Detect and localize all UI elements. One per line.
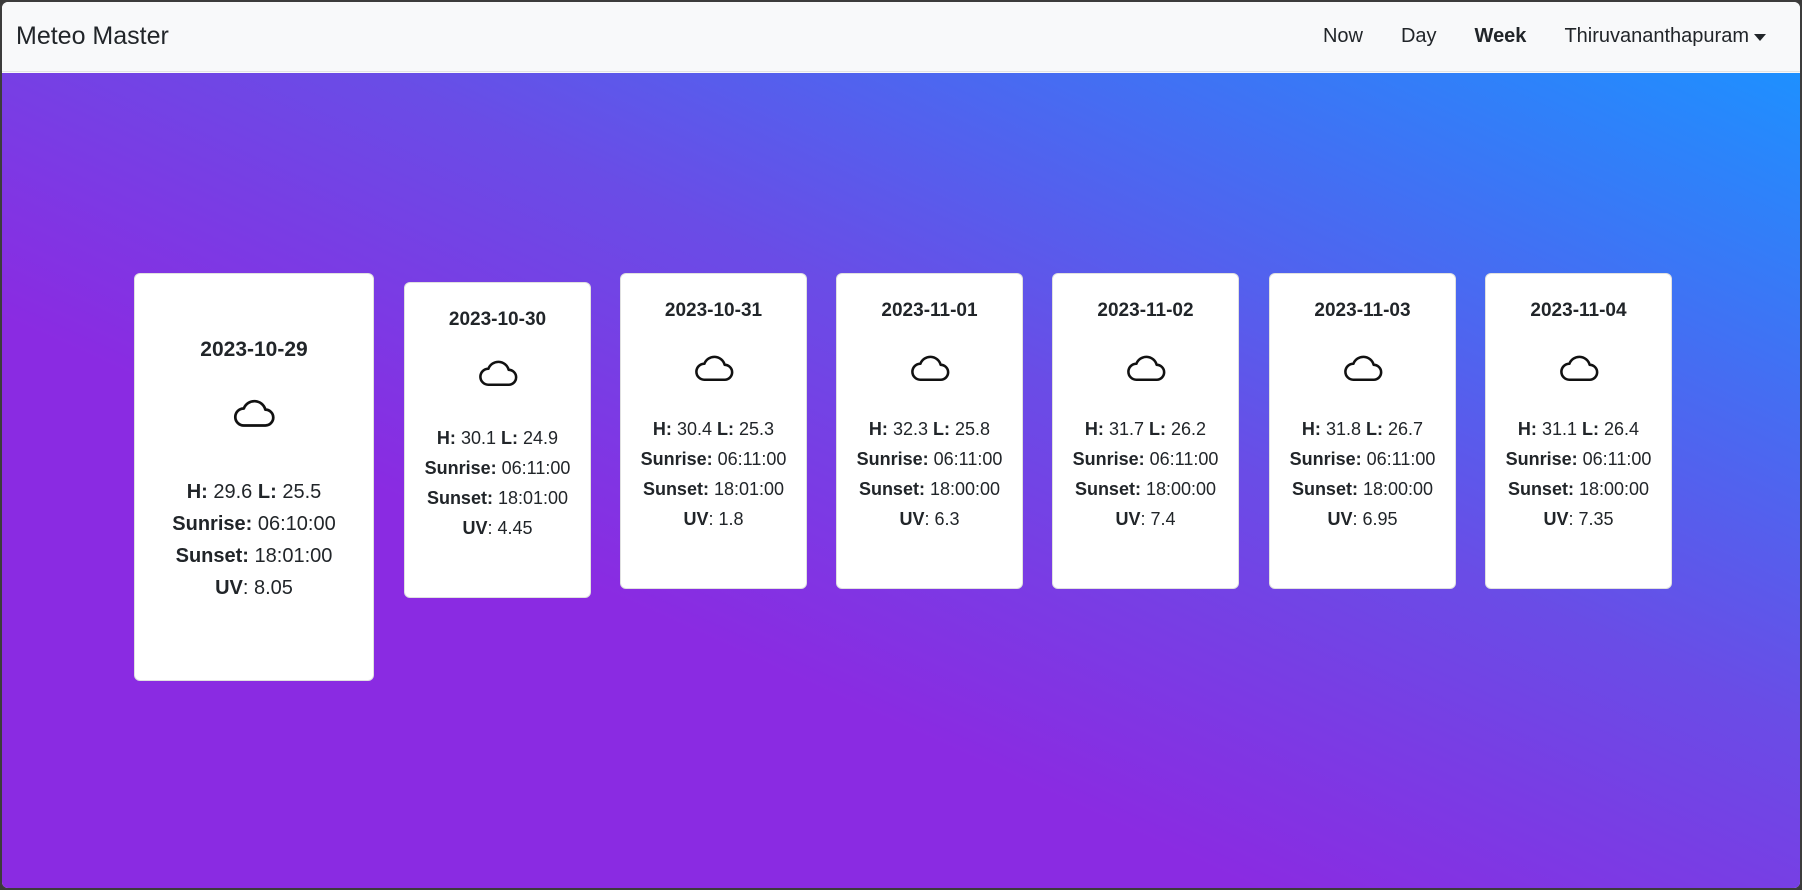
city-dropdown[interactable]: Thiruvananthapuram [1545,25,1766,48]
day-date: 2023-10-31 [664,300,763,321]
cloud-icon [1343,355,1382,382]
week-forecast: 2023-10-29 H: 29.6 L: 25.5 Sunrise: 06:1… [2,73,1800,888]
uv-index: 6.3 [934,509,960,529]
nav-day[interactable]: Day [1382,25,1456,48]
cloud-icon [1126,355,1165,382]
uv-line: UV: 4.45 [462,518,533,538]
temp-line: H: 31.1 L: 26.4 [1517,419,1640,439]
cloud-icon [234,399,275,427]
day-date: 2023-10-30 [448,309,547,330]
sunrise-line: Sunrise: 06:11:00 [640,449,787,469]
day-date: 2023-11-04 [1530,300,1627,321]
sunset-time: 18:00:00 [929,479,1001,499]
high-temp: 32.3 [892,419,928,439]
sunset-line: Sunset: 18:00:00 [858,479,1001,499]
low-temp: 26.7 [1388,419,1424,439]
uv-index: 6.95 [1362,509,1398,529]
high-temp: 30.1 [460,428,496,448]
day-date: 2023-11-02 [1097,300,1194,321]
sunrise-line: Sunrise: 06:11:00 [424,458,571,478]
uv-line: UV: 7.4 [1115,509,1176,529]
day-card: 2023-10-30 H: 30.1 L: 24.9 Sunrise: 06:1… [404,282,591,598]
day-card: 2023-11-01 H: 32.3 L: 25.8 Sunrise: 06:1… [836,273,1023,589]
uv-line: UV: 7.35 [1543,509,1614,529]
uv-line: UV: 8.05 [215,577,293,599]
low-temp: 25.3 [739,419,775,439]
sunset-line: Sunset: 18:01:00 [175,545,333,567]
low-temp: 26.2 [1171,419,1207,439]
temp-line: H: 31.8 L: 26.7 [1301,419,1424,439]
sunrise-line: Sunrise: 06:11:00 [856,449,1003,469]
nav-now[interactable]: Now [1304,25,1382,48]
sunset-time: 18:01:00 [713,479,785,499]
sunset-line: Sunset: 18:00:00 [1507,479,1650,499]
high-temp: 30.4 [676,419,712,439]
uv-index: 1.8 [718,509,744,529]
high-temp: 31.8 [1325,419,1361,439]
low-temp: 24.9 [523,428,559,448]
sunrise-time: 06:11:00 [501,458,571,478]
uv-index: 7.4 [1150,509,1176,529]
day-card: 2023-10-29 H: 29.6 L: 25.5 Sunrise: 06:1… [134,273,374,681]
caret-down-icon [1754,34,1766,41]
sunrise-time: 06:11:00 [933,449,1003,469]
day-date: 2023-10-29 [200,338,308,361]
sunset-line: Sunset: 18:00:00 [1291,479,1434,499]
navbar: Meteo Master Now Day Week Thiruvananthap… [2,2,1800,72]
day-date: 2023-11-03 [1314,300,1411,321]
cloud-icon [1559,355,1598,382]
uv-index: 8.05 [253,577,293,599]
sunrise-time: 06:11:00 [717,449,787,469]
nav-links: Now Day Week Thiruvananthapuram [1304,25,1766,48]
nav-week[interactable]: Week [1456,25,1546,48]
sunset-time: 18:00:00 [1145,479,1217,499]
low-temp: 26.4 [1604,419,1640,439]
city-label: Thiruvananthapuram [1564,25,1749,47]
high-temp: 31.1 [1541,419,1577,439]
low-temp: 25.8 [955,419,991,439]
sunset-line: Sunset: 18:00:00 [1074,479,1217,499]
sunset-time: 18:01:00 [497,488,569,508]
uv-line: UV: 6.95 [1327,509,1398,529]
sunrise-line: Sunrise: 06:11:00 [1289,449,1436,469]
uv-index: 7.35 [1578,509,1614,529]
low-temp: 25.5 [282,481,322,503]
high-temp: 29.6 [213,481,253,503]
temp-line: H: 29.6 L: 25.5 [186,481,322,503]
brand-link[interactable]: Meteo Master [16,22,169,51]
temp-line: H: 32.3 L: 25.8 [868,419,991,439]
sunrise-time: 06:11:00 [1366,449,1436,469]
sunrise-line: Sunrise: 06:11:00 [1072,449,1219,469]
sunset-time: 18:00:00 [1578,479,1650,499]
uv-line: UV: 6.3 [899,509,960,529]
day-date: 2023-11-01 [881,300,978,321]
temp-line: H: 30.4 L: 25.3 [652,419,775,439]
day-card: 2023-11-03 H: 31.8 L: 26.7 Sunrise: 06:1… [1269,273,1456,589]
app-window: Meteo Master Now Day Week Thiruvananthap… [0,0,1802,890]
sunrise-time: 06:11:00 [1149,449,1219,469]
cloud-icon [910,355,949,382]
sunrise-line: Sunrise: 06:10:00 [172,513,336,535]
sunset-time: 18:01:00 [254,545,333,567]
temp-line: H: 31.7 L: 26.2 [1084,419,1207,439]
temp-line: H: 30.1 L: 24.9 [436,428,559,448]
day-card: 2023-11-02 H: 31.7 L: 26.2 Sunrise: 06:1… [1052,273,1239,589]
cloud-icon [478,360,517,387]
cloud-icon [694,355,733,382]
sunrise-time: 06:11:00 [1582,449,1652,469]
uv-index: 4.45 [497,518,533,538]
day-card: 2023-11-04 H: 31.1 L: 26.4 Sunrise: 06:1… [1485,273,1672,589]
uv-line: UV: 1.8 [683,509,744,529]
sunrise-time: 06:10:00 [257,513,336,535]
sunset-time: 18:00:00 [1362,479,1434,499]
high-temp: 31.7 [1108,419,1144,439]
sunset-line: Sunset: 18:01:00 [426,488,569,508]
day-card: 2023-10-31 H: 30.4 L: 25.3 Sunrise: 06:1… [620,273,807,589]
sunset-line: Sunset: 18:01:00 [642,479,785,499]
sunrise-line: Sunrise: 06:11:00 [1505,449,1652,469]
